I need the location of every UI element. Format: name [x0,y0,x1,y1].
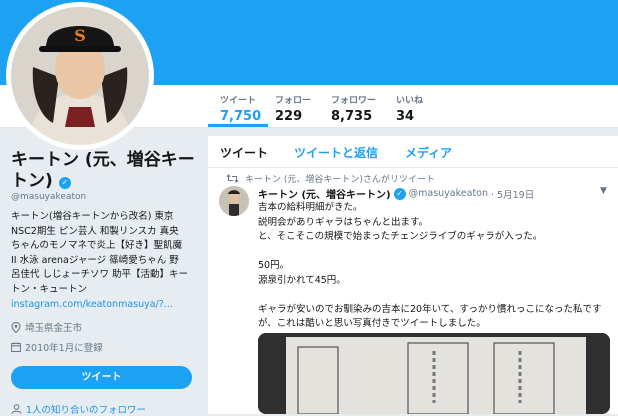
stat-likes[interactable]: いいね 34 [396,93,423,124]
stat-tweets-label: ツイート [220,96,257,106]
bio-line: 呂佳代 しじょーチソワ 助平【活動】キー [11,269,189,280]
tweet-line: が、これは酷いと思い写真付きでツイートしました。 [258,318,486,329]
stat-following-label: フォロー [275,96,312,106]
bio-line: トン・キュートン [11,283,88,295]
stat-tweets-value: 7,750 [220,109,262,124]
profile-bio: キートン(増谷キートンから改名) 東京 NSC2期生 ピン芸人 和製リンスカ 真… [11,210,199,297]
tweet-author-handle[interactable]: @masuyakeaton [409,188,488,199]
stat-likes-label: いいね [396,96,424,106]
avatar-photo: S [11,7,149,145]
bio-line: ちゃんのモノマネで炎上【好き】聖飢魔 [11,240,183,251]
calendar-icon [11,342,21,352]
stat-followers-value: 8,735 [331,109,373,124]
stat-followers[interactable]: フォロワー 8,735 [331,93,376,124]
tweet-line [258,288,614,303]
payslip-photo [258,333,610,414]
profile-name-text: キートン (元、増谷キートン) [11,150,195,191]
tab-tweets[interactable]: ツイート [220,144,268,161]
profile-name: キートン (元、増谷キートン) ✓ [11,150,201,192]
stat-following-value: 229 [275,109,303,124]
map-pin-icon [11,321,21,333]
retweet-context: キートン (元、増谷キートン)さんがリツイート [226,172,435,185]
followers-icon [11,404,22,414]
tweet-attached-photo[interactable] [258,333,610,414]
tweet-date[interactable]: · 5月19日 [491,187,534,201]
tweet-author-avatar[interactable] [219,186,249,216]
stat-active-indicator [208,124,268,127]
tab-tweets-and-replies[interactable]: ツイートと返信 [294,144,378,161]
svg-text:S: S [74,26,86,45]
verified-badge-icon: ✓ [393,187,406,200]
tweet-line: 吉本の給料明細がきた。 [258,202,363,213]
location-text: 埼玉県金王市 [25,323,83,334]
stat-likes-value: 34 [396,109,415,124]
tab-media[interactable]: メディア [405,144,452,161]
bio-line: キートン(増谷キートンから改名) 東京 [11,211,174,222]
profile-handle[interactable]: @masuyakeaton [11,192,86,202]
verified-badge-icon: ✓ [58,177,71,189]
stat-tweets[interactable]: ツイート 7,750 [220,93,261,124]
tweet-button[interactable]: ツイート [11,366,192,389]
tweet-line [258,245,614,260]
retweet-icon [226,174,239,183]
tweet-text: 吉本の給料明細がきた。 説明会がありギャラはちゃんと出ます。 と、そこそこの規模… [258,201,614,332]
bio-line: NSC2期生 ピン芸人 和製リンスカ 真央 [11,225,179,237]
stat-following[interactable]: フォロー 229 [275,93,311,124]
tweet-avatar-photo [219,186,249,216]
tweet-line: 50円。 [258,260,290,271]
profile-joined: 2010年1月に登録 [11,340,103,354]
stat-followers-label: フォロワー [331,96,377,106]
chevron-down-icon[interactable]: ▼ [600,186,607,196]
tweet-line: と、そこそこの規模で始まったチェンジライブのギャラが入った。 [258,231,543,242]
tweet-author-name[interactable]: キートン (元、増谷キートン) [258,186,391,201]
tweet-line: 源泉引かれて45円。 [258,274,346,286]
tweet-header: キートン (元、増谷キートン) ✓ @masuyakeaton · 5月19日 [258,186,534,201]
tweet-line: ギャラが安いのでお馴染みの吉本に20年いて、すっかり慣れっこになった私です [258,303,602,315]
profile-location: 埼玉県金王市 [11,320,82,334]
tweet-line: 説明会がありギャラはちゃんと出ます。 [258,216,429,228]
profile-avatar[interactable]: S [6,2,154,150]
joined-text: 2010年1月に登録 [25,343,103,354]
profile-link[interactable]: instagram.com/keatonmasuya/?... [11,299,173,310]
bio-line: II 水泳 arenaジャージ 篠崎愛ちゃん 野 [11,254,179,266]
retweet-context-text[interactable]: キートン (元、増谷キートン)さんがリツイート [245,172,435,185]
